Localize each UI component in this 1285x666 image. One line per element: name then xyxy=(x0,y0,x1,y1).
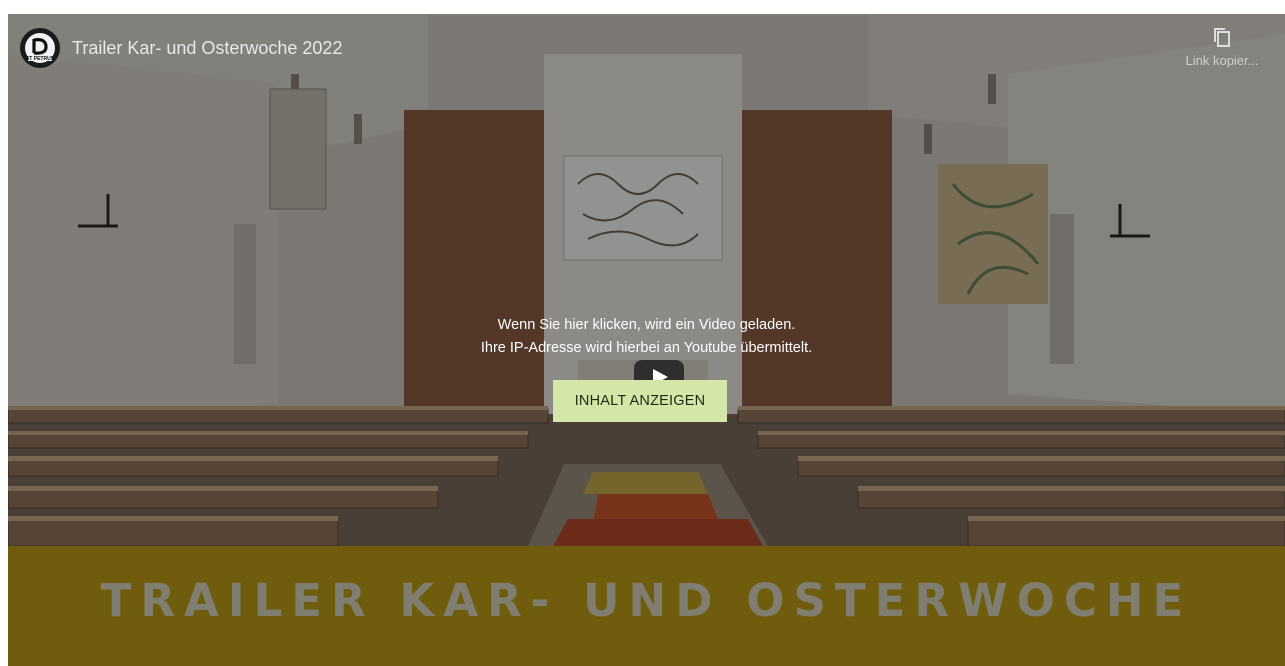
channel-logo-text: ST PETRUS xyxy=(26,56,55,62)
copy-link-button[interactable]: Link kopier... xyxy=(1177,26,1267,70)
show-content-button[interactable]: INHALT ANZEIGEN xyxy=(553,380,727,422)
st-petrus-logo-icon: ST PETRUS xyxy=(25,33,55,63)
consent-message: Wenn Sie hier klicken, wird ein Video ge… xyxy=(8,314,1285,360)
video-title[interactable]: Trailer Kar- und Osterwoche 2022 xyxy=(72,38,342,59)
channel-logo[interactable]: ST PETRUS xyxy=(20,28,60,68)
consent-line-1: Wenn Sie hier klicken, wird ein Video ge… xyxy=(497,317,796,333)
video-embed[interactable]: TRAILER KAR- UND OSTERWOCHE ST PETRUS Tr… xyxy=(8,14,1285,666)
copy-icon xyxy=(1214,28,1230,47)
consent-line-2: Ihre IP-Adresse wird hierbei an Youtube … xyxy=(480,340,813,356)
copy-link-label: Link kopier... xyxy=(1185,53,1259,68)
